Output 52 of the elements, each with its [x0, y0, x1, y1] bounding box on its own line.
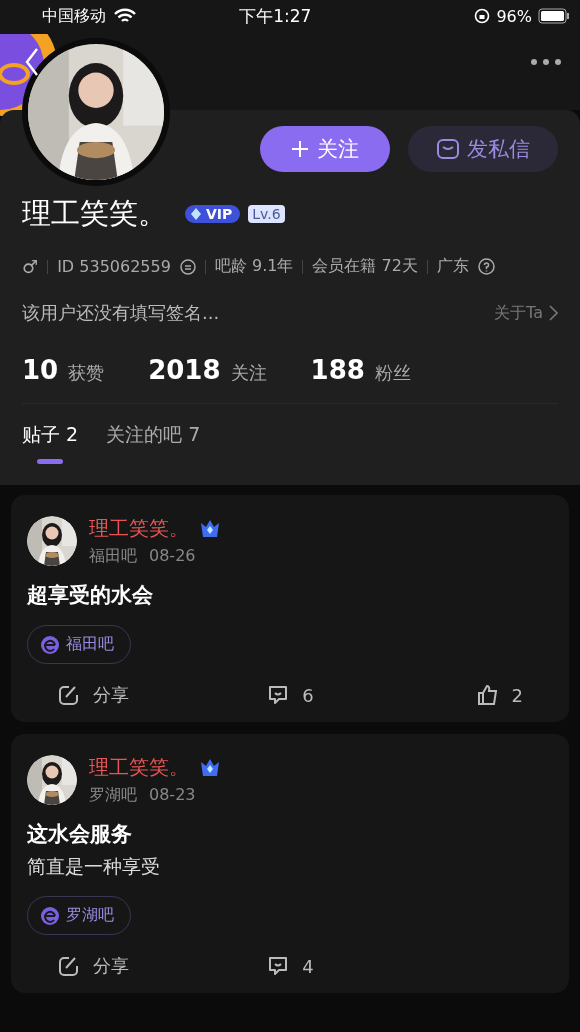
- help-icon[interactable]: [477, 258, 495, 275]
- profile-info-text: 广东: [436, 256, 469, 277]
- signature-text: 该用户还没有填写签名...: [22, 301, 220, 325]
- comment-button[interactable]: 6: [260, 682, 320, 708]
- post-date: 08-26: [149, 546, 196, 567]
- back-icon[interactable]: [24, 47, 40, 77]
- stat-label: 关注: [230, 361, 267, 385]
- user-name: 理工笑笑。: [22, 195, 167, 232]
- post-date: 08-23: [149, 785, 196, 806]
- message-button[interactable]: 发私信: [408, 126, 558, 172]
- vip-badge: VIP: [185, 205, 241, 223]
- wifi-icon: [114, 8, 136, 24]
- clock-text: 下午1:27: [239, 4, 312, 28]
- carrier-text: 中国移动: [42, 5, 106, 27]
- profile-info-text: 会员在籍 72天: [312, 256, 418, 277]
- follow-button[interactable]: 关注: [260, 126, 390, 172]
- level-badge: Lv.6: [248, 205, 285, 223]
- forum-name: 福田吧: [89, 546, 137, 567]
- post-title: 这水会服务: [27, 822, 132, 846]
- comment-button[interactable]: 4: [260, 953, 320, 979]
- profile-info-text: 吧龄 9.1年: [214, 256, 294, 277]
- stat-value: 188: [310, 355, 365, 385]
- profile-tab[interactable]: 关注的吧 7: [106, 422, 201, 464]
- profile-info-text: ID 535062559: [57, 257, 171, 276]
- forum-icon: [40, 634, 60, 655]
- post-title: 超享受的水会: [27, 583, 153, 607]
- gender-symbol: ♂: [22, 256, 39, 277]
- copy-icon[interactable]: [179, 258, 196, 275]
- chevron-right-icon: [549, 305, 558, 321]
- thumbs-up-icon: [475, 683, 500, 707]
- like-button[interactable]: 2: [469, 682, 529, 708]
- author-name[interactable]: 理工笑笑。: [89, 754, 189, 781]
- more-icon[interactable]: [530, 58, 562, 66]
- rotation-lock-icon: [474, 8, 491, 24]
- mail-icon: [436, 139, 459, 159]
- battery-icon: [538, 8, 570, 24]
- share-icon: [57, 954, 81, 978]
- stat-value: 2018: [148, 355, 221, 385]
- battery-text: 96%: [496, 6, 532, 26]
- share-button[interactable]: 分享: [51, 682, 135, 708]
- about-link[interactable]: 关于Ta: [494, 302, 543, 324]
- plus-icon: [291, 140, 309, 158]
- forum-icon: [40, 905, 60, 926]
- share-button[interactable]: 分享: [51, 953, 135, 979]
- forum-name: 罗湖吧: [89, 785, 137, 806]
- stat-label: 获赞: [68, 361, 105, 385]
- post-body: 简直是一种享受: [27, 855, 160, 877]
- profile-tab[interactable]: 贴子 2: [22, 422, 79, 464]
- author-name[interactable]: 理工笑笑。: [89, 515, 189, 542]
- share-icon: [57, 683, 81, 707]
- stat-value: 10: [22, 355, 59, 385]
- stat-label: 粉丝: [374, 361, 411, 385]
